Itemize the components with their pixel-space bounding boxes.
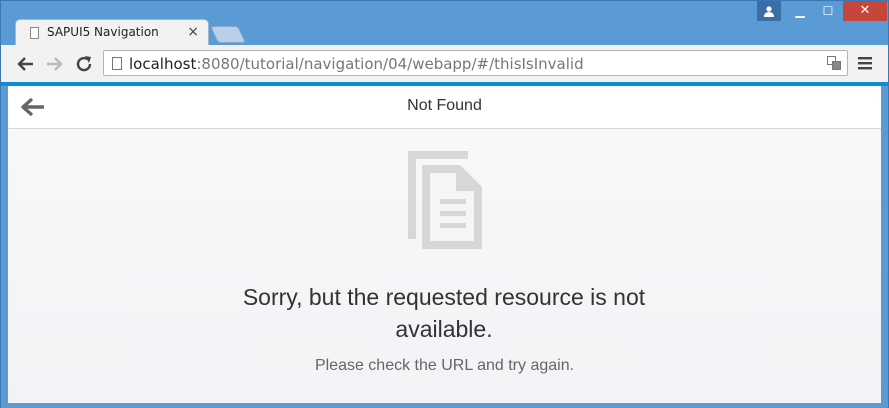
page-icon	[112, 57, 122, 70]
error-description: Please check the URL and try again.	[314, 357, 575, 374]
page-title: Not Found	[407, 97, 482, 114]
url-text: localhost:8080/tutorial/navigation/04/we…	[129, 55, 584, 73]
tab-close-button[interactable]: ×	[187, 24, 199, 40]
translate-icon[interactable]	[827, 56, 841, 70]
close-window-button[interactable]: ✕	[843, 1, 887, 21]
new-tab-button[interactable]	[210, 26, 246, 43]
error-message: Sorry, but the requested resource is not…	[242, 284, 646, 342]
page-icon	[30, 27, 39, 39]
app-header: Not Found	[8, 86, 881, 129]
address-bar[interactable]: localhost:8080/tutorial/navigation/04/we…	[103, 50, 848, 76]
tab-title: SAPUI5 Navigation	[47, 25, 159, 39]
browser-tab[interactable]: SAPUI5 Navigation ×	[15, 19, 209, 45]
reload-icon[interactable]	[74, 54, 94, 74]
window-frame-bottom	[1, 403, 888, 408]
not-found-page: Sorry, but the requested resource is not…	[8, 129, 881, 403]
window-frame-right	[881, 86, 888, 403]
document-icon	[408, 151, 482, 249]
minimize-button[interactable]: ▁	[787, 1, 813, 21]
maximize-button[interactable]: ☐	[815, 1, 841, 21]
profile-icon	[764, 6, 774, 17]
forward-arrow-icon[interactable]	[44, 54, 64, 74]
title-bar: SAPUI5 Navigation × ▁ ☐ ✕	[1, 1, 888, 45]
back-arrow-icon[interactable]	[16, 54, 36, 74]
browser-toolbar: localhost:8080/tutorial/navigation/04/we…	[1, 45, 888, 83]
profile-button[interactable]	[757, 1, 781, 21]
window-frame-left	[1, 86, 8, 403]
browser-window: SAPUI5 Navigation × ▁ ☐ ✕ localhost:8080…	[0, 0, 889, 408]
menu-icon[interactable]	[858, 55, 872, 71]
